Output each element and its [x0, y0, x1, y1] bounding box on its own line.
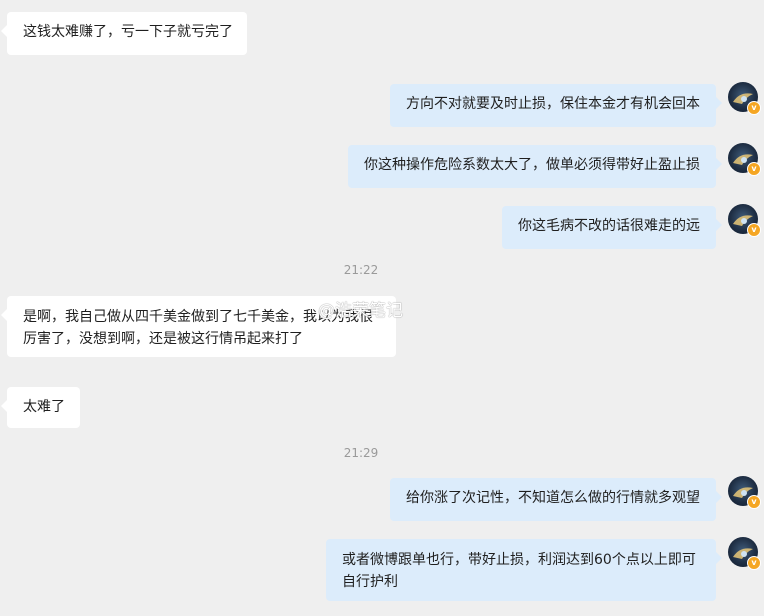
outgoing-message: 给你涨了次记性，不知道怎么做的行情就多观望	[390, 478, 722, 521]
message-text: 你这种操作危险系数太大了，做单必须得带好止盈止损	[364, 157, 700, 173]
message-text: 给你涨了次记性，不知道怎么做的行情就多观望	[406, 490, 700, 506]
message-text: 或者微博跟单也行，带好止损，利润达到60个点以上即可自行护利	[342, 552, 696, 590]
user-avatar-icon[interactable]: v	[728, 537, 761, 570]
outgoing-message: 或者微博跟单也行，带好止损，利润达到60个点以上即可自行护利	[326, 539, 722, 601]
watermark: @浩荣笔记	[318, 301, 403, 321]
verified-badge-icon: v	[747, 495, 761, 509]
incoming-message: 太难了	[1, 387, 80, 428]
timestamp: 21:22	[343, 263, 379, 277]
outgoing-message: 你这种操作危险系数太大了，做单必须得带好止盈止损	[348, 145, 722, 188]
user-avatar-icon[interactable]: v	[728, 476, 761, 509]
verified-badge-icon: v	[747, 162, 761, 176]
message-text: 这钱太难赚了，亏一下子就亏完了	[23, 24, 233, 40]
message-text: 你这毛病不改的话很难走的远	[518, 218, 700, 234]
user-avatar-icon[interactable]: v	[728, 143, 761, 176]
message-text: 太难了	[23, 399, 65, 415]
verified-badge-icon: v	[747, 101, 761, 115]
timestamp: 21:29	[343, 446, 379, 460]
user-avatar-icon[interactable]: v	[728, 204, 761, 237]
outgoing-message: 方向不对就要及时止损，保住本金才有机会回本	[390, 84, 722, 127]
verified-badge-icon: v	[747, 223, 761, 237]
message-text: 方向不对就要及时止损，保住本金才有机会回本	[406, 96, 700, 112]
incoming-message: 这钱太难赚了，亏一下子就亏完了	[1, 12, 247, 55]
outgoing-message: 你这毛病不改的话很难走的远	[502, 206, 722, 249]
user-avatar-icon[interactable]: v	[728, 82, 761, 115]
verified-badge-icon: v	[747, 556, 761, 570]
